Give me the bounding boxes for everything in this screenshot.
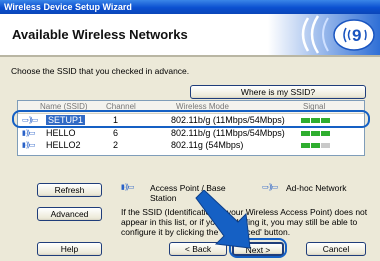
title-bar: Wireless Device Setup Wizard (0, 0, 380, 14)
access-point-icon: ▮·))▭ (121, 184, 135, 191)
header-band: Available Wireless Networks 9 (0, 14, 380, 55)
network-mode: 802.11g (54Mbps) (171, 140, 244, 150)
network-mode: 802.11b/g (11Mbps/54Mbps) (171, 128, 285, 138)
refresh-button[interactable]: Refresh (37, 183, 102, 197)
access-point-icon: ▮·))▭ (22, 142, 36, 149)
network-row-hello[interactable]: ▮·))▭ HELLO 6 802.11b/g (11Mbps/54Mbps) (18, 128, 364, 139)
instruction-text: Choose the SSID that you checked in adva… (11, 66, 190, 76)
callout-highlight-row (12, 110, 370, 128)
legend-ad-hoc-label: Ad-hoc Network (286, 183, 347, 193)
network-channel: 6 (113, 128, 119, 138)
access-point-icon: ▮·))▭ (22, 130, 36, 137)
window-title: Wireless Device Setup Wizard (4, 2, 132, 12)
cancel-button[interactable]: Cancel (306, 242, 366, 256)
pointer-arrow-icon (195, 190, 251, 249)
advanced-button[interactable]: Advanced (37, 207, 102, 221)
help-button[interactable]: Help (37, 242, 102, 256)
where-is-my-ssid-button[interactable]: Where is my SSID? (190, 85, 366, 99)
wireless-wifi-logo-icon: 9 (268, 14, 380, 55)
network-name: HELLO2 (46, 140, 81, 150)
network-row-hello2[interactable]: ▮·))▭ HELLO2 2 802.11g (54Mbps) (18, 140, 364, 151)
svg-text:9: 9 (352, 26, 361, 45)
network-channel: 2 (113, 140, 119, 150)
network-list[interactable]: Name (SSID) Channel Wireless Mode Signal… (17, 100, 365, 156)
header-divider (0, 55, 380, 57)
signal-strength-icon (301, 131, 331, 136)
page-title: Available Wireless Networks (12, 27, 188, 42)
setup-wizard-window: Wireless Device Setup Wizard Available W… (0, 0, 380, 261)
signal-strength-icon (301, 143, 331, 148)
network-name: HELLO (46, 128, 76, 138)
